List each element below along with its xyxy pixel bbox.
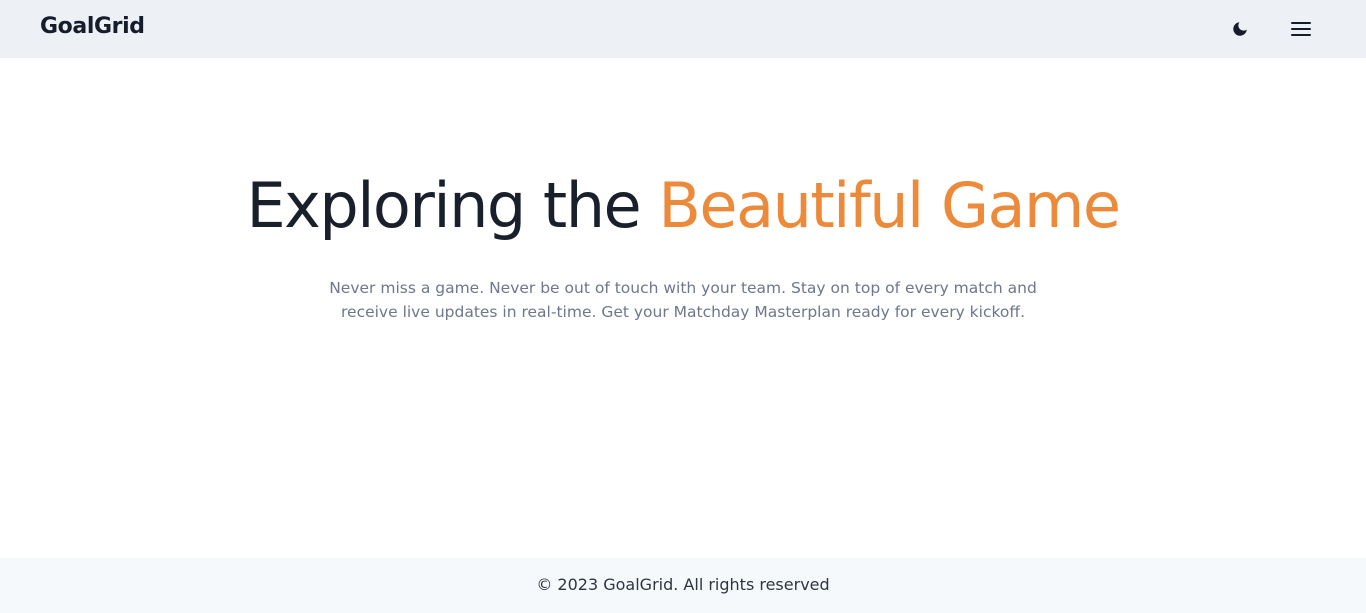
hamburger-menu-icon <box>1291 22 1311 36</box>
hero-title: Exploring the Beautiful Game <box>0 166 1366 246</box>
moon-icon <box>1233 22 1247 36</box>
site-header: GoalGrid <box>0 0 1366 58</box>
hero-section: Exploring the Beautiful Game Never miss … <box>0 58 1366 558</box>
hero-title-accent: Beautiful Game <box>658 169 1121 242</box>
hero-subtitle: Never miss a game. Never be out of touch… <box>329 279 1037 321</box>
footer-copyright: © 2023 GoalGrid. All rights reserved <box>536 575 830 594</box>
menu-button[interactable] <box>1286 14 1316 44</box>
site-footer: © 2023 GoalGrid. All rights reserved <box>0 558 1366 613</box>
hero-title-main: Exploring the <box>246 169 641 242</box>
site-logo[interactable]: GoalGrid <box>40 12 145 42</box>
theme-toggle-button[interactable] <box>1225 14 1255 44</box>
